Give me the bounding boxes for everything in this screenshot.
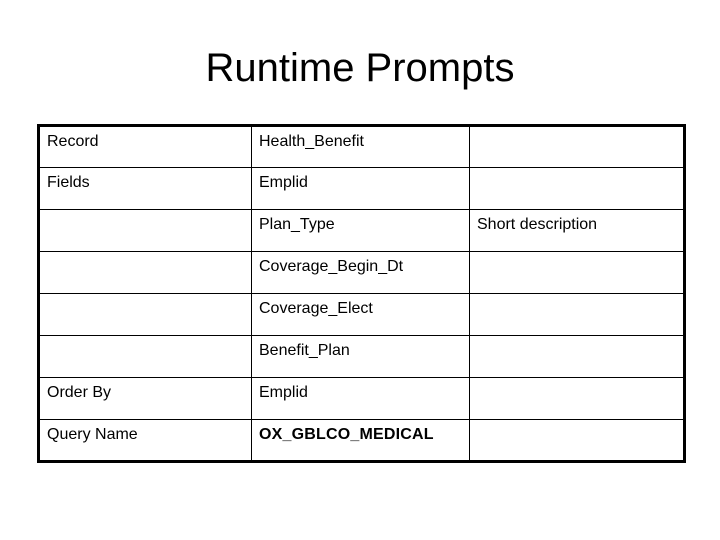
row-field-cell: Coverage_Begin_Dt — [251, 251, 470, 294]
table-row: Fields Emplid — [38, 167, 685, 210]
row-field-cell: Health_Benefit — [251, 125, 470, 168]
row-label-cell — [38, 335, 252, 378]
row-label-cell — [38, 251, 252, 294]
row-label-cell — [38, 293, 252, 336]
row-field-cell: Benefit_Plan — [251, 335, 470, 378]
table-row: Benefit_Plan — [38, 335, 685, 378]
runtime-prompts-table: Record Health_Benefit Fields Emplid Plan… — [37, 124, 686, 463]
row-note-cell: Short description — [469, 209, 685, 252]
row-note-cell — [469, 377, 685, 420]
runtime-prompts-table-container: Record Health_Benefit Fields Emplid Plan… — [37, 124, 686, 463]
table-row: Order By Emplid — [38, 377, 685, 420]
slide-canvas: Runtime Prompts Record Health_Benefit Fi… — [0, 0, 720, 540]
row-field-cell: Coverage_Elect — [251, 293, 470, 336]
row-label-cell: Query Name — [38, 419, 252, 462]
row-label-cell: Order By — [38, 377, 252, 420]
table-row: Coverage_Elect — [38, 293, 685, 336]
row-field-cell: Emplid — [251, 167, 470, 210]
row-label-cell: Record — [38, 125, 252, 168]
row-field-cell: Emplid — [251, 377, 470, 420]
row-note-cell — [469, 419, 685, 462]
row-note-cell — [469, 251, 685, 294]
row-note-cell — [469, 125, 685, 168]
row-note-cell — [469, 167, 685, 210]
table-row: Plan_Type Short description — [38, 209, 685, 252]
table-row: Query Name OX_GBLCO_MEDICAL — [38, 419, 685, 462]
table-row: Record Health_Benefit — [38, 125, 685, 168]
table-row: Coverage_Begin_Dt — [38, 251, 685, 294]
row-label-cell: Fields — [38, 167, 252, 210]
row-field-cell: Plan_Type — [251, 209, 470, 252]
row-label-cell — [38, 209, 252, 252]
row-field-cell: OX_GBLCO_MEDICAL — [251, 419, 470, 462]
page-title: Runtime Prompts — [205, 46, 515, 90]
row-note-cell — [469, 335, 685, 378]
row-note-cell — [469, 293, 685, 336]
